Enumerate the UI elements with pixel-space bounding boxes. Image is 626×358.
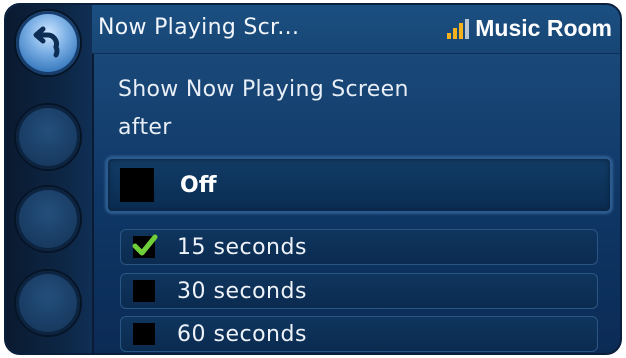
prompt-line-2: after (118, 115, 172, 140)
left-button-rail (6, 5, 94, 353)
room-name: Music Room (475, 15, 612, 41)
option-label: 30 seconds (177, 278, 307, 304)
checkbox (133, 280, 155, 302)
checkbox (120, 168, 154, 202)
back-arrow-icon (33, 26, 60, 58)
checkmark-icon (132, 234, 158, 256)
option-60-seconds[interactable]: 60 seconds (120, 316, 598, 352)
rail-button-3[interactable] (16, 187, 80, 251)
page-title: Now Playing Scr... (98, 15, 300, 40)
back-button[interactable] (16, 11, 80, 75)
option-15-seconds[interactable]: 15 seconds (120, 229, 598, 265)
option-label: 60 seconds (177, 321, 307, 347)
room-indicator[interactable]: Music Room (447, 15, 612, 42)
checkbox (133, 323, 155, 345)
checkbox-checked (132, 234, 158, 258)
rail-button-2[interactable] (16, 105, 80, 169)
title-bar: Now Playing Scr... Music Room (92, 5, 620, 54)
option-off[interactable]: Off (106, 157, 612, 213)
option-label: 15 seconds (177, 234, 307, 260)
option-30-seconds[interactable]: 30 seconds (120, 273, 598, 309)
rail-button-4[interactable] (16, 271, 80, 335)
setting-prompt: Show Now Playing Screen after (118, 71, 538, 147)
option-label: Off (180, 172, 217, 198)
device-screen: Now Playing Scr... Music Room Show Now P… (4, 3, 622, 355)
prompt-line-1: Show Now Playing Screen (118, 77, 409, 102)
signal-strength-icon (447, 18, 470, 39)
